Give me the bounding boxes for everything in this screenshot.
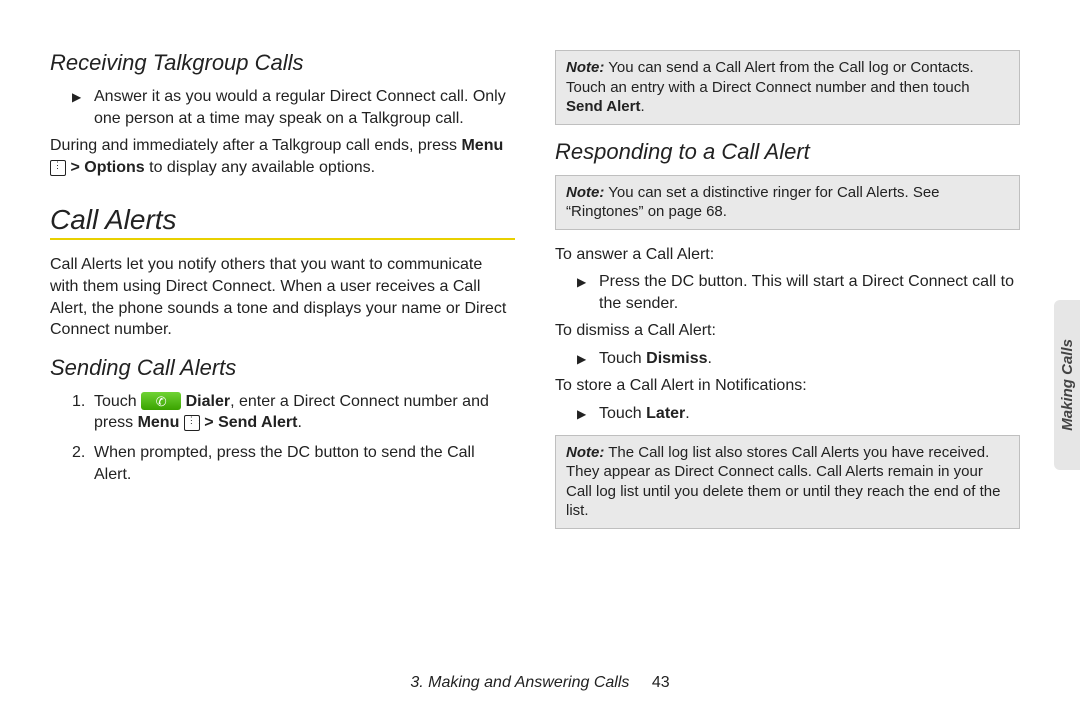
bullet-item: ▶ Touch Dismiss. bbox=[577, 348, 1020, 370]
lead-dismiss: To dismiss a Call Alert: bbox=[555, 320, 1020, 342]
page-body: Receiving Talkgroup Calls ▶ Answer it as… bbox=[0, 0, 1080, 640]
step-2: 2. When prompted, press the DC button to… bbox=[72, 442, 515, 485]
paragraph: Call Alerts let you notify others that y… bbox=[50, 254, 515, 340]
menu-grid-icon bbox=[50, 160, 66, 176]
note-box: Note: You can set a distinctive ringer f… bbox=[555, 175, 1020, 230]
step-1: 1. Touch Dialer, enter a Direct Connect … bbox=[72, 391, 515, 434]
section-tab-label: Making Calls bbox=[1059, 339, 1076, 431]
heading-responding: Responding to a Call Alert bbox=[555, 139, 1020, 165]
page-number: 43 bbox=[652, 674, 670, 691]
step-number: 2. bbox=[72, 442, 94, 485]
menu-grid-icon bbox=[184, 415, 200, 431]
triangle-bullet-icon: ▶ bbox=[72, 86, 94, 129]
chevron-right-icon: > bbox=[70, 159, 79, 176]
bullet-text: Answer it as you would a regular Direct … bbox=[94, 86, 515, 129]
lead-answer: To answer a Call Alert: bbox=[555, 244, 1020, 266]
chapter-title: 3. Making and Answering Calls bbox=[410, 674, 629, 691]
note-box: Note: You can send a Call Alert from the… bbox=[555, 50, 1020, 125]
note-label: Note: bbox=[566, 59, 604, 76]
note-box: Note: The Call log list also stores Call… bbox=[555, 435, 1020, 529]
step-number: 1. bbox=[72, 391, 94, 434]
bullet-item: ▶ Press the DC button. This will start a… bbox=[577, 271, 1020, 314]
paragraph: During and immediately after a Talkgroup… bbox=[50, 135, 515, 178]
heading-receiving-talkgroup: Receiving Talkgroup Calls bbox=[50, 50, 515, 76]
heading-sending-call-alerts: Sending Call Alerts bbox=[50, 355, 515, 381]
note-label: Note: bbox=[566, 444, 604, 461]
note-label: Note: bbox=[566, 184, 604, 201]
heading-call-alerts: Call Alerts bbox=[50, 204, 515, 240]
triangle-bullet-icon: ▶ bbox=[577, 271, 599, 314]
left-column: Receiving Talkgroup Calls ▶ Answer it as… bbox=[50, 50, 515, 620]
page-footer: 3. Making and Answering Calls 43 bbox=[0, 674, 1080, 692]
triangle-bullet-icon: ▶ bbox=[577, 348, 599, 370]
triangle-bullet-icon: ▶ bbox=[577, 403, 599, 425]
right-column: Note: You can send a Call Alert from the… bbox=[555, 50, 1020, 620]
bullet-item: ▶ Answer it as you would a regular Direc… bbox=[72, 86, 515, 129]
section-tab: Making Calls bbox=[1054, 300, 1080, 470]
dialer-phone-icon bbox=[141, 392, 181, 410]
bullet-item: ▶ Touch Later. bbox=[577, 403, 1020, 425]
chevron-right-icon: > bbox=[204, 414, 213, 431]
lead-store: To store a Call Alert in Notifications: bbox=[555, 375, 1020, 397]
